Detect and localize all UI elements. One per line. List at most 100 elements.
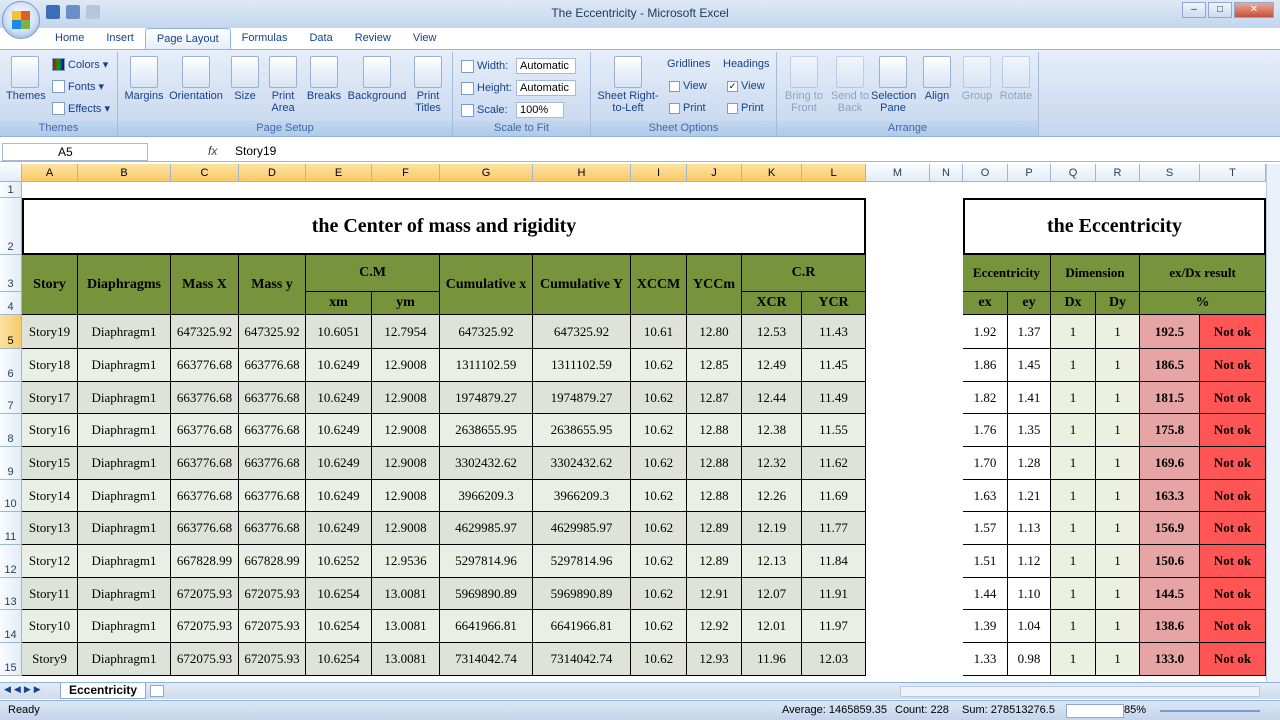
office-button[interactable] (2, 1, 40, 39)
left-cell[interactable]: 5297814.96 (533, 545, 631, 578)
left-cell[interactable]: 11.62 (802, 447, 866, 480)
height-select[interactable]: Automatic (516, 80, 576, 96)
left-cell[interactable]: 12.9536 (372, 545, 440, 578)
right-cell[interactable]: 1.21 (1008, 480, 1051, 512)
right-cell[interactable]: 1 (1051, 447, 1096, 480)
right-cell[interactable]: 1.86 (963, 349, 1008, 382)
right-cell[interactable]: 1 (1096, 349, 1140, 382)
left-cell[interactable]: Diaphragm1 (78, 643, 171, 676)
right-cell[interactable]: 1.37 (1008, 315, 1051, 349)
insert-sheet-icon[interactable] (150, 685, 164, 697)
gridlines-view-box[interactable] (669, 80, 680, 92)
orientation-button[interactable]: Orientation (166, 56, 226, 102)
left-cell[interactable]: 647325.92 (533, 315, 631, 349)
column-header-P[interactable]: P (1008, 164, 1051, 182)
gridlines-print-box[interactable] (669, 102, 680, 114)
column-header-H[interactable]: H (533, 164, 631, 182)
left-cell[interactable]: 663776.68 (239, 414, 306, 447)
left-cell[interactable]: 647325.92 (239, 315, 306, 349)
left-cell[interactable]: 12.01 (742, 610, 802, 643)
headings-view-box[interactable]: ✓ (727, 80, 738, 92)
left-cell[interactable]: 12.9008 (372, 382, 440, 414)
bring-to-front-button[interactable]: Bring to Front (781, 56, 827, 114)
left-cell[interactable]: 11.55 (802, 414, 866, 447)
left-cell[interactable]: 663776.68 (239, 512, 306, 545)
column-header-C[interactable]: C (171, 164, 239, 182)
left-cell[interactable]: 11.69 (802, 480, 866, 512)
left-cell[interactable]: 12.53 (742, 315, 802, 349)
right-cell[interactable]: 1.10 (1008, 578, 1051, 610)
right-cell[interactable]: Not ok (1200, 382, 1266, 414)
left-cell[interactable]: 663776.68 (171, 447, 239, 480)
right-cell[interactable]: 1.13 (1008, 512, 1051, 545)
headings-print-box[interactable] (727, 102, 738, 114)
left-cell[interactable]: 1974879.27 (440, 382, 533, 414)
left-cell[interactable]: 12.89 (687, 512, 742, 545)
left-cell[interactable]: 12.80 (687, 315, 742, 349)
left-cell[interactable]: 5297814.96 (440, 545, 533, 578)
right-cell[interactable]: Not ok (1200, 578, 1266, 610)
worksheet-grid[interactable]: A B C D E F G H I J K L M N O P Q R S T 1 2 3 4 5 6 7 8 9 10 11 12 13 14 1… (0, 164, 1280, 682)
left-cell[interactable]: Story13 (22, 512, 78, 545)
right-cell[interactable]: 156.9 (1140, 512, 1200, 545)
right-cell[interactable]: 163.3 (1140, 480, 1200, 512)
right-cell[interactable]: 1.35 (1008, 414, 1051, 447)
right-cell[interactable]: 1 (1096, 512, 1140, 545)
left-cell[interactable]: 2638655.95 (533, 414, 631, 447)
left-cell[interactable]: 10.6051 (306, 315, 372, 349)
view-buttons-icon[interactable] (1066, 704, 1124, 718)
right-cell[interactable]: 192.5 (1140, 315, 1200, 349)
right-cell[interactable]: 1.12 (1008, 545, 1051, 578)
column-header-S[interactable]: S (1140, 164, 1200, 182)
left-cell[interactable]: 12.9008 (372, 480, 440, 512)
left-cell[interactable]: Story10 (22, 610, 78, 643)
row-header-4[interactable]: 4 (0, 292, 22, 315)
scale-spinner[interactable]: 100% (516, 102, 564, 118)
align-button[interactable]: Align (919, 56, 955, 102)
left-cell[interactable]: 11.49 (802, 382, 866, 414)
right-cell[interactable]: 0.98 (1008, 643, 1051, 676)
left-cell[interactable]: 3966209.3 (533, 480, 631, 512)
left-cell[interactable]: 10.62 (631, 545, 687, 578)
row-header-2[interactable]: 2 (0, 198, 22, 255)
right-cell[interactable]: 1.63 (963, 480, 1008, 512)
left-cell[interactable]: 12.88 (687, 414, 742, 447)
column-header-J[interactable]: J (687, 164, 742, 182)
left-cell[interactable]: 12.03 (802, 643, 866, 676)
left-cell[interactable]: 3302432.62 (440, 447, 533, 480)
column-header-T[interactable]: T (1200, 164, 1266, 182)
right-cell[interactable]: 1 (1096, 447, 1140, 480)
left-cell[interactable]: 3302432.62 (533, 447, 631, 480)
left-cell[interactable]: Diaphragm1 (78, 414, 171, 447)
left-cell[interactable]: 12.88 (687, 447, 742, 480)
left-cell[interactable]: Story12 (22, 545, 78, 578)
right-cell[interactable]: 138.6 (1140, 610, 1200, 643)
left-cell[interactable]: 3966209.3 (440, 480, 533, 512)
right-cell[interactable]: 1 (1051, 349, 1096, 382)
right-cell[interactable]: 1 (1096, 382, 1140, 414)
formula-input[interactable]: Story19 (235, 144, 276, 158)
header-cumulative-x[interactable]: Cumulative x (440, 255, 533, 315)
column-header-R[interactable]: R (1096, 164, 1140, 182)
left-cell[interactable]: 13.0081 (372, 578, 440, 610)
header-eccentricity[interactable]: Eccentricity (963, 255, 1051, 292)
left-cell[interactable]: Diaphragm1 (78, 610, 171, 643)
fonts-button[interactable]: Fonts ▾ (52, 80, 104, 93)
row-header-8[interactable]: 8 (0, 414, 22, 447)
name-box[interactable]: A5 (2, 143, 148, 161)
right-cell[interactable]: Not ok (1200, 315, 1266, 349)
row-header-6[interactable]: 6 (0, 349, 22, 382)
row-header-1[interactable]: 1 (0, 182, 22, 198)
column-header-M[interactable]: M (866, 164, 930, 182)
left-cell[interactable]: Story9 (22, 643, 78, 676)
right-cell[interactable]: 1.28 (1008, 447, 1051, 480)
close-button[interactable]: ✕ (1234, 2, 1274, 18)
right-cell[interactable]: 1 (1051, 643, 1096, 676)
left-cell[interactable]: 4629985.97 (440, 512, 533, 545)
themes-button[interactable]: Themes (6, 56, 46, 102)
left-cell[interactable]: 10.62 (631, 643, 687, 676)
right-cell[interactable]: 181.5 (1140, 382, 1200, 414)
column-header-Q[interactable]: Q (1051, 164, 1096, 182)
left-cell[interactable]: 11.97 (802, 610, 866, 643)
right-cell[interactable]: Not ok (1200, 545, 1266, 578)
